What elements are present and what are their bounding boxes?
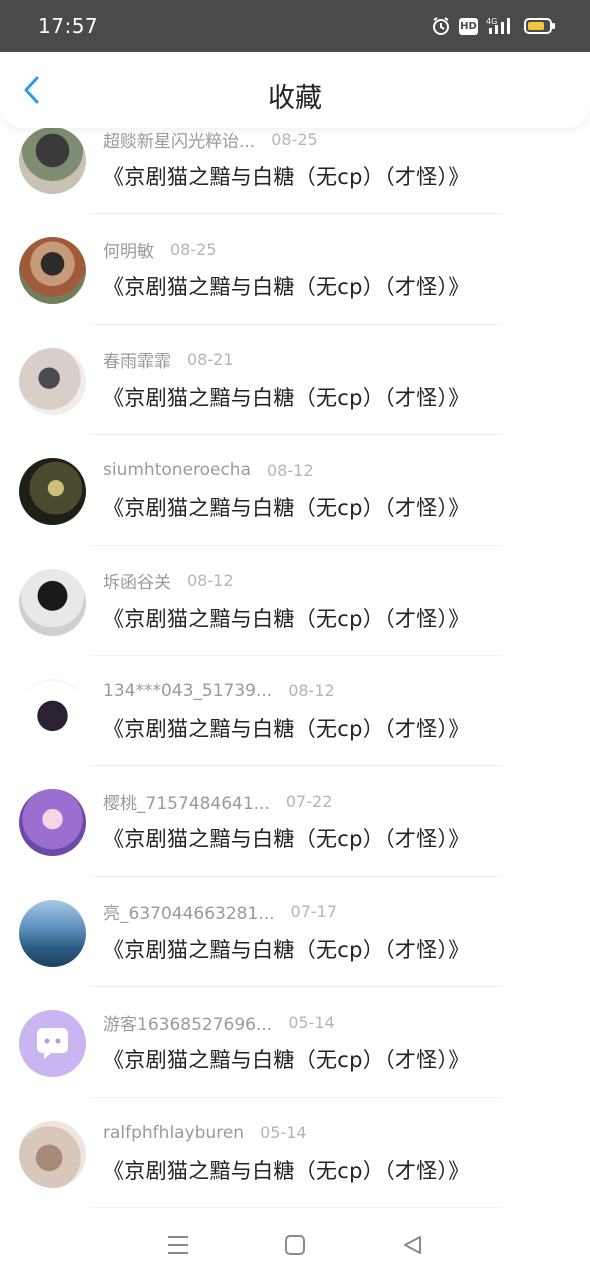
item-title[interactable]: 《京剧猫之黯与白糖（无cp）（才怪）》	[103, 382, 470, 412]
status-time: 17:57	[38, 14, 99, 38]
avatar[interactable]	[19, 678, 86, 746]
date: 05-14	[288, 1012, 335, 1032]
item-title[interactable]: 《京剧猫之黯与白糖（无cp）（才怪）》	[103, 603, 470, 633]
username[interactable]: siumhtoneroecha	[103, 460, 251, 480]
item-title[interactable]: 《京剧猫之黯与白糖（无cp）（才怪）》	[103, 823, 470, 853]
item-meta: 樱桃_7157484641... 07-22	[103, 789, 333, 814]
item-meta: 134***043_51739... 08-12	[103, 680, 335, 702]
avatar[interactable]	[19, 347, 86, 415]
menu-button[interactable]	[163, 1230, 193, 1260]
username[interactable]: 134***043_51739...	[103, 681, 272, 701]
item-meta: 坼函谷关 08-12	[103, 568, 234, 593]
avatar[interactable]	[19, 1010, 86, 1078]
status-bar: 17:57 HD 4G	[0, 0, 590, 52]
date: 08-12	[288, 681, 335, 701]
date: 08-21	[187, 350, 234, 370]
network-type-label: 4G	[486, 17, 497, 26]
username[interactable]: 春雨霏霏	[103, 347, 171, 372]
item-title[interactable]: 《京剧猫之黯与白糖（无cp）（才怪）》	[103, 1044, 470, 1074]
alarm-icon	[431, 16, 451, 36]
date: 08-12	[187, 571, 234, 591]
date: 08-25	[271, 129, 318, 149]
username[interactable]: 樱桃_7157484641...	[103, 789, 270, 814]
hd-icon: HD	[459, 17, 478, 35]
username[interactable]: 何明敏	[103, 237, 154, 262]
avatar[interactable]	[19, 899, 86, 967]
page-title: 收藏	[268, 83, 322, 114]
header: 收藏	[0, 52, 590, 128]
date: 07-17	[290, 902, 338, 922]
avatar[interactable]	[19, 128, 86, 194]
menu-icon	[168, 1236, 189, 1254]
battery-icon	[524, 17, 556, 35]
avatar[interactable]	[19, 568, 86, 636]
favorite-item[interactable]: ralfphfhlayburen 05-14 《京剧猫之黯与白糖（无cp）（才怪）》	[0, 1098, 590, 1208]
system-nav-bar	[0, 1210, 590, 1280]
favorite-item[interactable]: 春雨霏霏 08-21 《京剧猫之黯与白糖（无cp）（才怪）》	[0, 325, 590, 436]
item-title[interactable]: 《京剧猫之黯与白糖（无cp）（才怪）》	[103, 161, 470, 191]
status-icons: HD 4G	[431, 14, 556, 38]
username[interactable]: 亮_637044663281...	[103, 899, 275, 924]
avatar[interactable]	[19, 237, 86, 305]
username[interactable]: 游客16368527696...	[103, 1010, 272, 1035]
avatar[interactable]	[19, 789, 86, 857]
item-meta: 超赕新星闪光粹诒... 08-25	[103, 128, 318, 152]
username[interactable]: 坼函谷关	[103, 568, 171, 593]
favorite-item[interactable]: 亮_637044663281... 07-17 《京剧猫之黯与白糖（无cp）（才怪）…	[0, 877, 590, 988]
home-square-icon	[284, 1235, 305, 1255]
back-triangle-icon	[403, 1236, 421, 1254]
favorite-item[interactable]: 坼函谷关 08-12 《京剧猫之黯与白糖（无cp）（才怪）》	[0, 546, 590, 656]
back-nav-button[interactable]	[397, 1230, 427, 1260]
item-meta: 亮_637044663281... 07-17	[103, 899, 338, 924]
date: 08-12	[267, 460, 314, 480]
divider	[90, 1206, 502, 1208]
favorite-item[interactable]: siumhtoneroecha 08-12 《京剧猫之黯与白糖（无cp）（才怪）》	[0, 435, 590, 546]
favorite-item[interactable]: 134***043_51739... 08-12 《京剧猫之黯与白糖（无cp）（才怪…	[0, 656, 590, 767]
username[interactable]: 超赕新星闪光粹诒...	[103, 128, 255, 152]
favorite-item[interactable]: 樱桃_7157484641... 07-22 《京剧猫之黯与白糖（无cp）（才怪）》	[0, 766, 590, 877]
avatar[interactable]	[19, 458, 86, 526]
signal-icon: 4G	[486, 16, 516, 36]
item-meta: 春雨霏霏 08-21	[103, 347, 234, 372]
item-meta: 何明敏 08-25	[103, 237, 217, 262]
item-meta: ralfphfhlayburen 05-14	[103, 1122, 307, 1144]
item-meta: siumhtoneroecha 08-12	[103, 459, 314, 481]
favorite-item[interactable]: 超赕新星闪光粹诒... 08-25 《京剧猫之黯与白糖（无cp）（才怪）》	[0, 128, 590, 215]
favorite-item[interactable]: 游客16368527696... 05-14 《京剧猫之黯与白糖（无cp）（才怪）》	[0, 987, 590, 1098]
username[interactable]: ralfphfhlayburen	[103, 1123, 244, 1143]
favorites-list[interactable]: 超赕新星闪光粹诒... 08-25 《京剧猫之黯与白糖（无cp）（才怪）》 何明敏 08…	[0, 128, 590, 1210]
item-title[interactable]: 《京剧猫之黯与白糖（无cp）（才怪）》	[103, 271, 470, 301]
date: 08-25	[170, 239, 217, 259]
favorite-item[interactable]: 何明敏 08-25 《京剧猫之黯与白糖（无cp）（才怪）》	[0, 214, 590, 325]
date: 07-22	[285, 791, 333, 811]
date: 05-14	[260, 1123, 307, 1143]
item-meta: 游客16368527696... 05-14	[103, 1010, 335, 1035]
chat-bubble-icon	[19, 1010, 86, 1078]
item-title[interactable]: 《京剧猫之黯与白糖（无cp）（才怪）》	[103, 713, 470, 743]
item-title[interactable]: 《京剧猫之黯与白糖（无cp）（才怪）》	[103, 1155, 470, 1185]
item-title[interactable]: 《京剧猫之黯与白糖（无cp）（才怪）》	[103, 492, 470, 522]
avatar[interactable]	[19, 1120, 86, 1188]
home-button[interactable]	[280, 1230, 310, 1260]
item-title[interactable]: 《京剧猫之黯与白糖（无cp）（才怪）》	[103, 934, 470, 964]
